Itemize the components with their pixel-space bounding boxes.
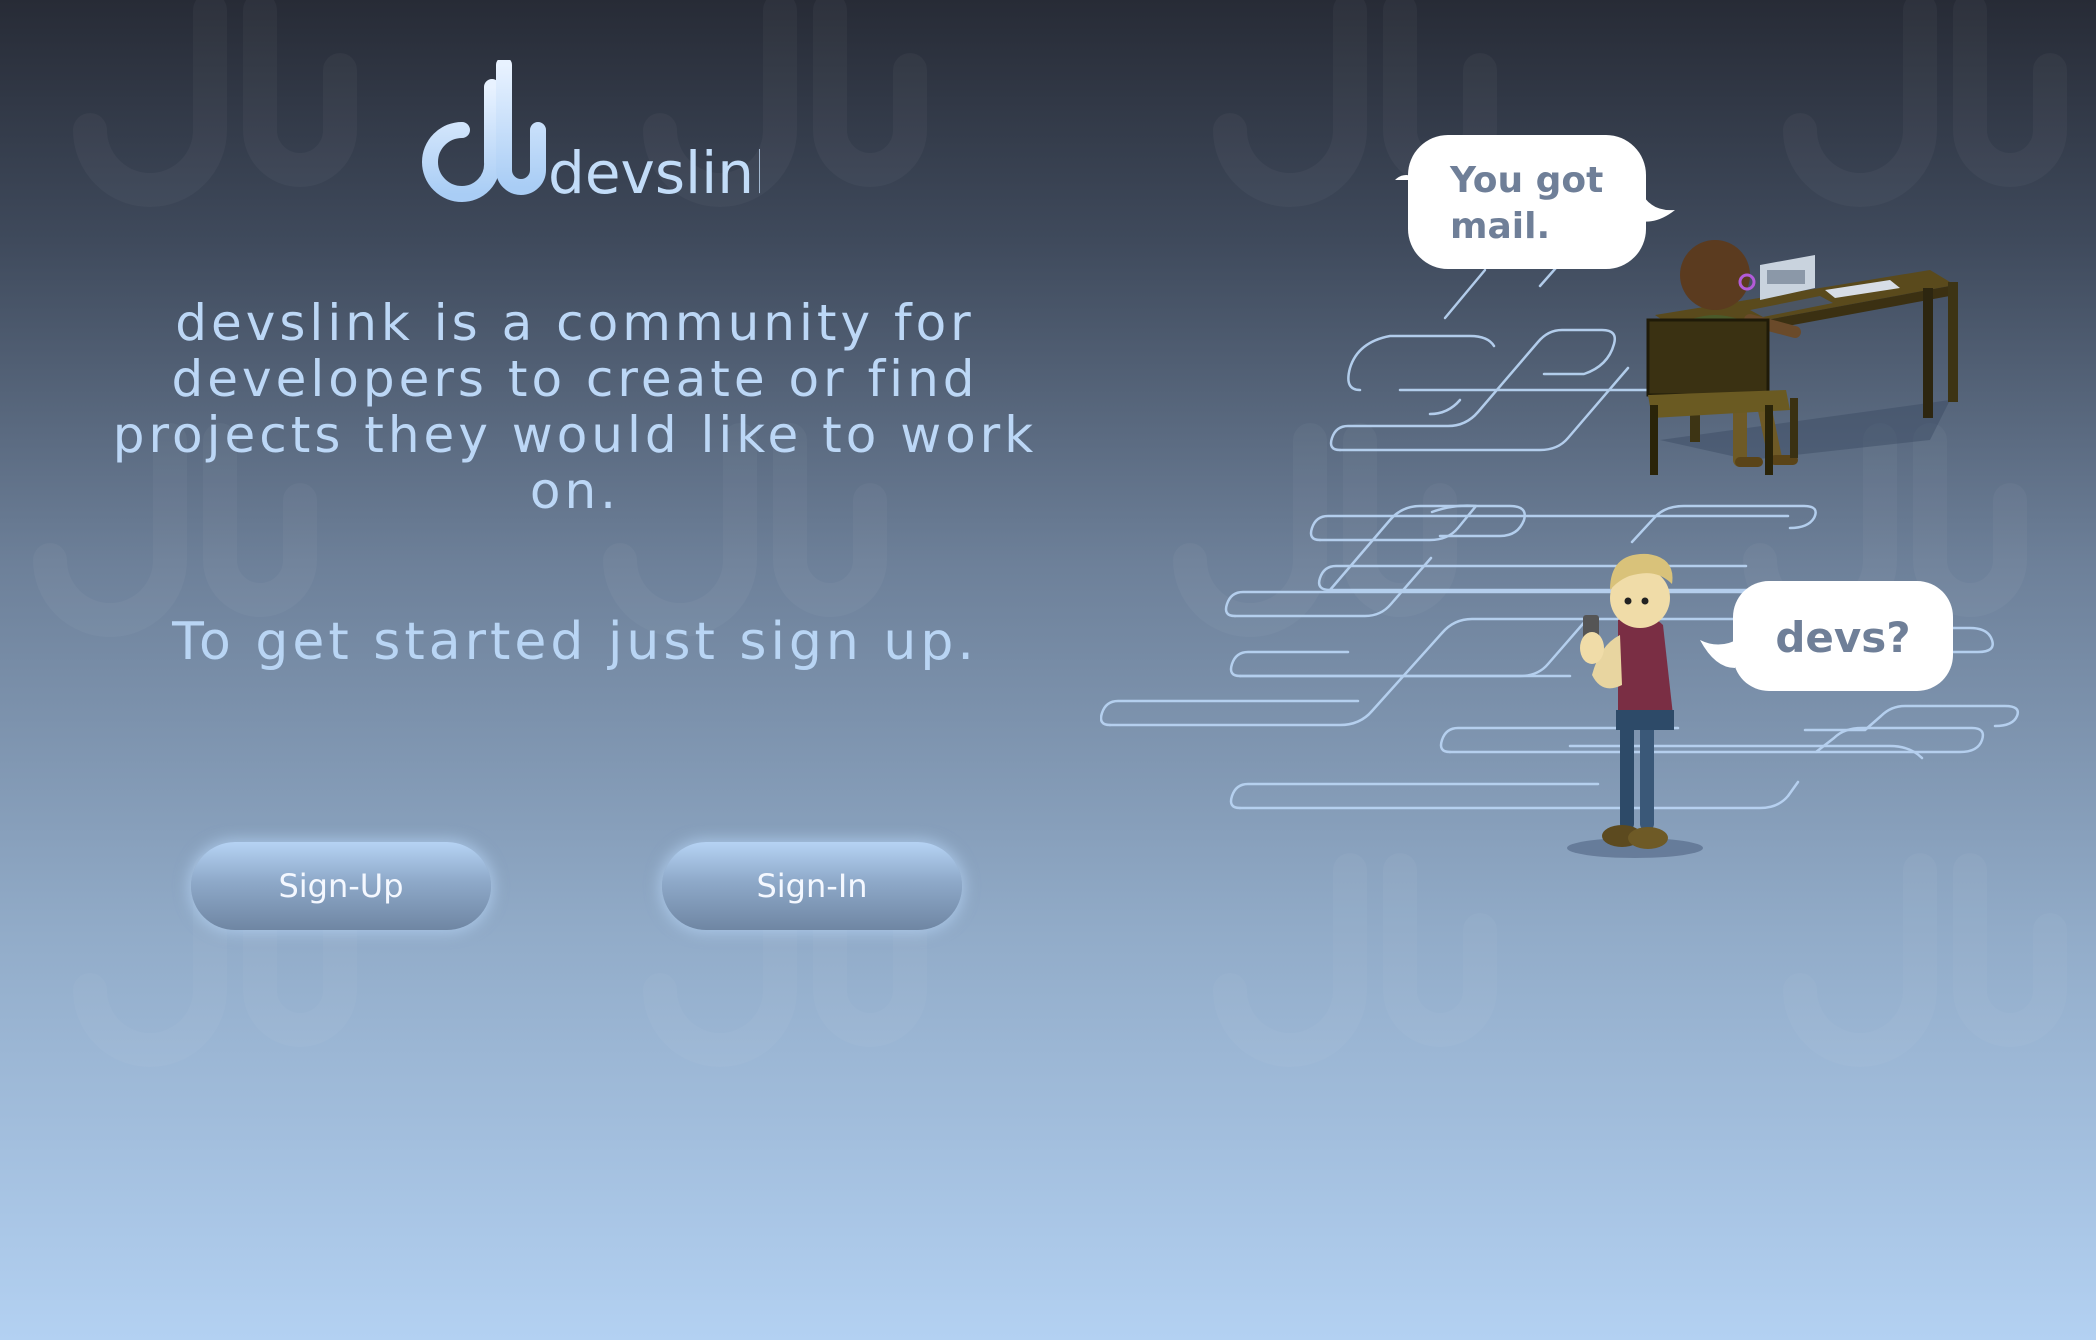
bubble-devs-text: devs?: [1775, 613, 1910, 662]
logo-wordmark: devslink: [548, 139, 760, 207]
standing-person: [1567, 553, 1703, 858]
speech-bubble-mail: You got mail.: [1395, 135, 1675, 269]
person-head: [1680, 240, 1750, 310]
speech-bubble-devs: devs?: [1700, 581, 1953, 691]
desk-scene: [1646, 240, 1958, 475]
tagline: devslink is a community for developers t…: [112, 294, 1038, 520]
call-to-action-text: To get started just sign up.: [172, 612, 978, 672]
signup-button[interactable]: Sign-Up: [191, 842, 491, 930]
signin-button[interactable]: Sign-In: [662, 842, 962, 930]
logo-mark: [422, 60, 546, 203]
hero-illustration: You got mail. devs?: [1100, 135, 2019, 858]
devslink-logo: devslink: [422, 60, 760, 207]
